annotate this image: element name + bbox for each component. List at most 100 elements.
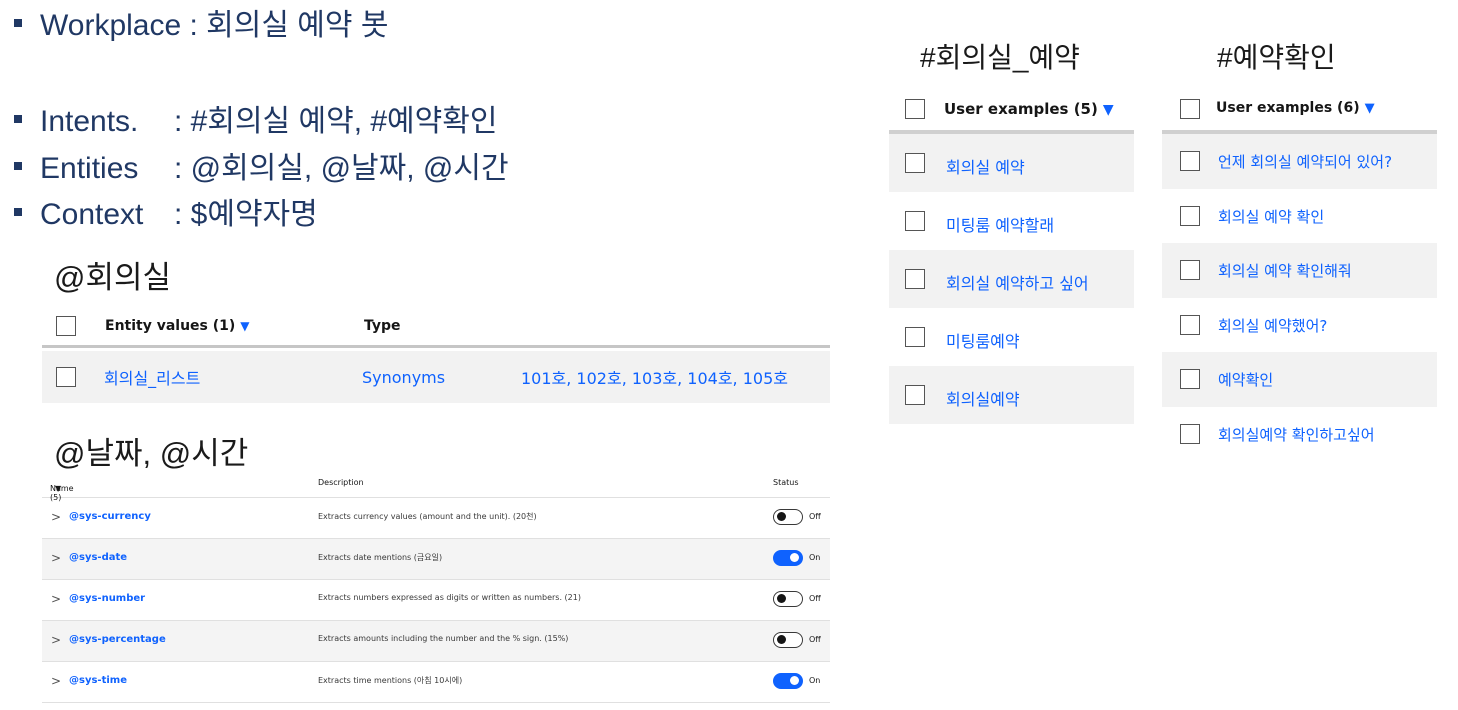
status-toggle[interactable] [773, 509, 803, 525]
example-link[interactable]: 회의실 예약 [946, 154, 1025, 178]
status-label: Off [809, 594, 821, 603]
example-checkbox[interactable] [1180, 369, 1200, 389]
entity-value-link[interactable]: 회의실_리스트 [104, 365, 200, 389]
example-checkbox[interactable] [905, 211, 925, 231]
bullet-square-icon [14, 162, 22, 171]
entity-type: Synonyms [362, 367, 446, 387]
user-examples-header[interactable]: User examples (6) ▼ [1216, 100, 1375, 116]
examples-header: User examples (5) ▼ [889, 84, 1134, 134]
chevron-right-icon[interactable]: > [51, 510, 61, 524]
example-link[interactable]: 회의실 예약했어? [1218, 315, 1327, 336]
status-toggle[interactable] [773, 591, 803, 607]
select-all-checkbox[interactable] [56, 315, 76, 336]
entity-name-link[interactable]: @sys-percentage [69, 634, 166, 645]
chevron-right-icon[interactable]: > [51, 551, 61, 565]
intents-label: Intents. [40, 105, 139, 138]
example-checkbox[interactable] [1180, 205, 1200, 226]
list-item[interactable]: 언제 회의실 예약되어 있어? [1162, 134, 1437, 189]
status-toggle[interactable] [773, 632, 803, 648]
entity-name-link[interactable]: @sys-time [69, 675, 127, 686]
entity-description: Extracts numbers expressed as digits or … [318, 593, 581, 602]
entity-synonyms: 101호, 102호, 103호, 104호, 105호 [521, 369, 788, 388]
example-checkbox[interactable] [905, 385, 925, 405]
status-toggle[interactable] [773, 673, 803, 689]
list-item[interactable]: 미팅룸 예약할래 [889, 192, 1134, 250]
list-item[interactable]: 회의실 예약 확인 [1162, 189, 1437, 244]
system-table-header: Name (5) ▼ Description Status [42, 472, 830, 502]
context-label: Context [40, 198, 144, 231]
table-row[interactable]: > @sys-currency Extracts currency values (… [42, 498, 830, 539]
entity-name-link[interactable]: @sys-number [69, 593, 145, 604]
entity-description: Extracts date mentions (금요일) [318, 553, 443, 562]
toggle-knob [777, 635, 786, 644]
table-row[interactable]: 회의실_리스트 Synonyms 101호, 102호, 103호, 104호,… [42, 351, 830, 403]
table-row[interactable]: > @sys-date Extracts date mentions (금요일) On [42, 539, 830, 580]
example-link[interactable]: 미팅룸 예약할래 [946, 212, 1054, 236]
toggle-knob [777, 594, 786, 603]
example-link[interactable]: 회의실 예약 확인해줘 [1218, 260, 1352, 281]
select-all-checkbox[interactable] [905, 99, 925, 119]
list-item[interactable]: 회의실 예약했어? [1162, 298, 1437, 353]
status-header: Status [773, 478, 799, 487]
sort-down-icon: ▼ [55, 484, 62, 493]
toggle-knob [790, 676, 799, 685]
entity-values-table: Entity values (1) ▼ Type 회의실_리스트 Synonyms… [42, 306, 830, 403]
sort-down-icon: ▼ [1364, 101, 1375, 116]
list-item[interactable]: 회의실 예약하고 싶어 [889, 250, 1134, 308]
select-all-checkbox[interactable] [1180, 99, 1200, 119]
example-link[interactable]: 예약확인 [1218, 369, 1273, 390]
sort-down-icon: ▼ [240, 318, 250, 333]
entity-name-link[interactable]: @sys-date [69, 552, 127, 563]
bullet-intents: Intents.: #회의실 예약, #예약확인 [14, 104, 497, 140]
sort-down-icon: ▼ [1102, 102, 1114, 118]
list-item[interactable]: 회의실예약 확인하고싶어 [1162, 407, 1437, 462]
list-item[interactable]: 미팅룸예약 [889, 308, 1134, 366]
bullet-entities: Entities: @회의실, @날짜, @시간 [14, 151, 509, 187]
example-checkbox[interactable] [905, 153, 925, 173]
chevron-right-icon[interactable]: > [51, 592, 61, 606]
bullet-square-icon [14, 115, 22, 124]
table-row[interactable]: > @sys-percentage Extracts amounts includi… [42, 621, 830, 662]
example-link[interactable]: 회의실 예약하고 싶어 [946, 270, 1089, 294]
entities-label: Entities [40, 152, 139, 185]
example-checkbox[interactable] [905, 327, 925, 347]
example-link[interactable]: 미팅룸예약 [946, 328, 1020, 352]
list-item[interactable]: 회의실 예약 확인해줘 [1162, 243, 1437, 298]
intent-booking-title: #회의실_예약 [920, 42, 1080, 73]
examples-header: User examples (6) ▼ [1162, 84, 1437, 134]
system-entities-table: Name (5) ▼ Description Status > @sys-curre… [42, 472, 830, 703]
chevron-right-icon[interactable]: > [51, 633, 61, 647]
entity-description: Extracts time mentions (아침 10시에) [318, 676, 463, 685]
system-entities-heading: @날짜, @시간 [54, 436, 249, 471]
list-item[interactable]: 예약확인 [1162, 352, 1437, 407]
list-item[interactable]: 회의실예약 [889, 366, 1134, 424]
context-value: : $예약자명 [174, 198, 318, 231]
list-item[interactable]: 회의실 예약 [889, 134, 1134, 192]
entity-name-link[interactable]: @sys-currency [69, 511, 151, 522]
entity-values-header-label: Entity values (1) [105, 317, 236, 334]
intent-confirm-panel: User examples (6) ▼ 언제 회의실 예약되어 있어? 회의실 예약… [1162, 84, 1437, 461]
entity-values-header[interactable]: Entity values (1) ▼ [105, 318, 250, 334]
status-label: On [809, 676, 821, 685]
example-link[interactable]: 언제 회의실 예약되어 있어? [1218, 151, 1392, 172]
status-label: Off [809, 635, 821, 644]
entity-heading: @회의실 [54, 260, 172, 295]
example-checkbox[interactable] [1180, 423, 1200, 444]
example-link[interactable]: 회의실 예약 확인 [1218, 206, 1324, 227]
example-checkbox[interactable] [905, 269, 925, 289]
example-link[interactable]: 회의실예약 [946, 386, 1020, 410]
bullet-square-icon [14, 208, 22, 217]
example-checkbox[interactable] [1180, 151, 1200, 171]
table-row[interactable]: > @sys-time Extracts time mentions (아침 10시… [42, 662, 830, 703]
example-checkbox[interactable] [1180, 260, 1200, 280]
entity-description: Extracts amounts including the number an… [318, 634, 569, 643]
workplace-text: Workplace : 회의실 예약 봇 [40, 9, 389, 42]
table-row[interactable]: > @sys-number Extracts numbers expressed a… [42, 580, 830, 621]
status-toggle[interactable] [773, 550, 803, 566]
example-link[interactable]: 회의실예약 확인하고싶어 [1218, 424, 1375, 445]
type-header: Type [364, 317, 401, 334]
chevron-right-icon[interactable]: > [51, 674, 61, 688]
row-checkbox[interactable] [56, 367, 76, 387]
user-examples-header[interactable]: User examples (5) ▼ [944, 100, 1114, 118]
example-checkbox[interactable] [1180, 314, 1200, 335]
